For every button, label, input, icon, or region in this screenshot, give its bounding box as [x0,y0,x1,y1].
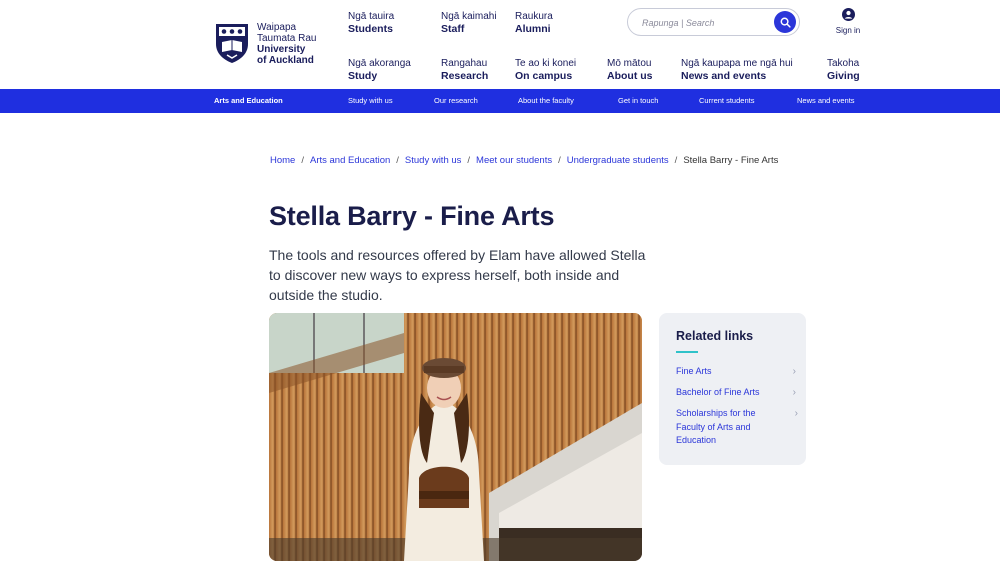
related-link-label: Bachelor of Fine Arts [676,387,760,397]
subnav-our-research[interactable]: Our research [434,96,478,105]
nav-giving-label: Giving [827,70,860,82]
nav-students-label: Students [348,23,393,35]
nav-students[interactable]: Ngā tauira Students [348,10,394,36]
nav-research-maori: Rangahau [441,58,488,69]
nav-about-us[interactable]: Mō mātou About us [607,57,653,83]
breadcrumb-separator: / [396,155,399,166]
wordmark-line-4: of Auckland [257,55,314,66]
nav-study-maori: Ngā akoranga [348,58,411,69]
search-icon [780,17,791,28]
wordmark-line-1: Waipapa [257,22,297,33]
related-link-scholarships[interactable]: Scholarships for the Faculty of Arts and… [676,407,798,448]
nav-news-maori: Ngā kaupapa me ngā hui [681,58,793,69]
related-link-label: Fine Arts [676,366,712,376]
subnav-study-with-us[interactable]: Study with us [348,96,393,105]
wordmark-line-3: University [257,44,306,55]
nav-staff-maori: Ngā kaimahi [441,11,497,22]
related-link-label: Scholarships for the Faculty of Arts and… [676,408,756,445]
nav-on-campus-maori: Te ao ki konei [515,58,577,69]
nav-study[interactable]: Ngā akoranga Study [348,57,411,83]
student-photo [269,313,642,561]
nav-staff[interactable]: Ngā kaimahi Staff [441,10,497,36]
chevron-right-icon: › [792,366,796,377]
nav-alumni-label: Alumni [515,23,551,35]
sign-in-label: Sign in [835,26,861,35]
breadcrumb-separator: / [301,155,304,166]
heading-underline [676,351,698,353]
related-links-heading: Related links [676,329,754,343]
chevron-right-icon: › [794,408,798,419]
nav-research[interactable]: Rangahau Research [441,57,488,83]
nav-giving-maori: Takoha [827,58,860,69]
nav-staff-label: Staff [441,23,465,35]
subnav-get-in-touch[interactable]: Get in touch [618,96,658,105]
nav-students-maori: Ngā tauira [348,11,395,22]
student-photo-illustration [269,313,642,561]
nav-news-and-events[interactable]: Ngā kaupapa me ngā hui News and events [681,57,793,83]
breadcrumb-study-with-us[interactable]: Study with us [405,155,462,166]
nav-on-campus-label: On campus [515,70,573,82]
related-link-bachelor-fine-arts[interactable]: Bachelor of Fine Arts › [676,386,796,400]
page-title: Stella Barry - Fine Arts [269,201,555,231]
nav-study-label: Study [348,70,378,82]
site-header: Waipapa Taumata Rau University of Auckla… [0,0,1000,89]
nav-about-us-maori: Mō mātou [607,58,652,69]
faculty-subnav: Arts and Education Study with us Our res… [0,89,1000,113]
breadcrumb-separator: / [467,155,471,166]
breadcrumb-separator: / [674,155,678,166]
chevron-right-icon: › [792,387,796,398]
subnav-current-students[interactable]: Current students [699,96,754,105]
nav-about-us-label: About us [607,70,653,82]
nav-news-label: News and events [681,70,767,82]
breadcrumb-home[interactable]: Home [270,155,295,166]
sign-in-button[interactable]: Sign in [831,8,865,35]
nav-alumni-maori: Raukura [515,11,553,22]
breadcrumb-current: Stella Barry - Fine Arts [683,155,779,166]
nav-research-label: Research [441,70,489,82]
breadcrumb: Home / Arts and Education / Study with us / Me… [270,155,778,166]
search-button[interactable] [774,11,796,33]
subnav-section-title[interactable]: Arts and Education [214,96,283,105]
user-icon [841,8,855,21]
subnav-news-and-events[interactable]: News and events [797,96,855,105]
breadcrumb-undergraduate[interactable]: Undergraduate students [567,155,669,166]
crest-icon [216,24,248,63]
related-links-panel: Related links Fine Arts › Bachelor of Fi… [659,313,806,465]
subnav-about-faculty[interactable]: About the faculty [518,96,574,105]
related-link-fine-arts[interactable]: Fine Arts › [676,365,796,379]
breadcrumb-arts-education[interactable]: Arts and Education [310,155,390,166]
nav-giving[interactable]: Takoha Giving [827,57,860,83]
breadcrumb-separator: / [558,155,561,166]
breadcrumb-meet-students[interactable]: Meet our students [476,155,552,166]
search-input[interactable] [642,15,762,31]
page-lead: The tools and resources offered by Elam … [269,247,646,303]
university-logo[interactable]: Waipapa Taumata Rau University of Auckla… [214,22,316,66]
search-box[interactable] [627,8,800,36]
nav-on-campus[interactable]: Te ao ki konei On campus [515,57,576,83]
university-wordmark: Waipapa Taumata Rau University of Auckla… [257,22,316,66]
wordmark-line-2: Taumata Rau [257,33,317,44]
nav-alumni[interactable]: Raukura Alumni [515,10,553,36]
